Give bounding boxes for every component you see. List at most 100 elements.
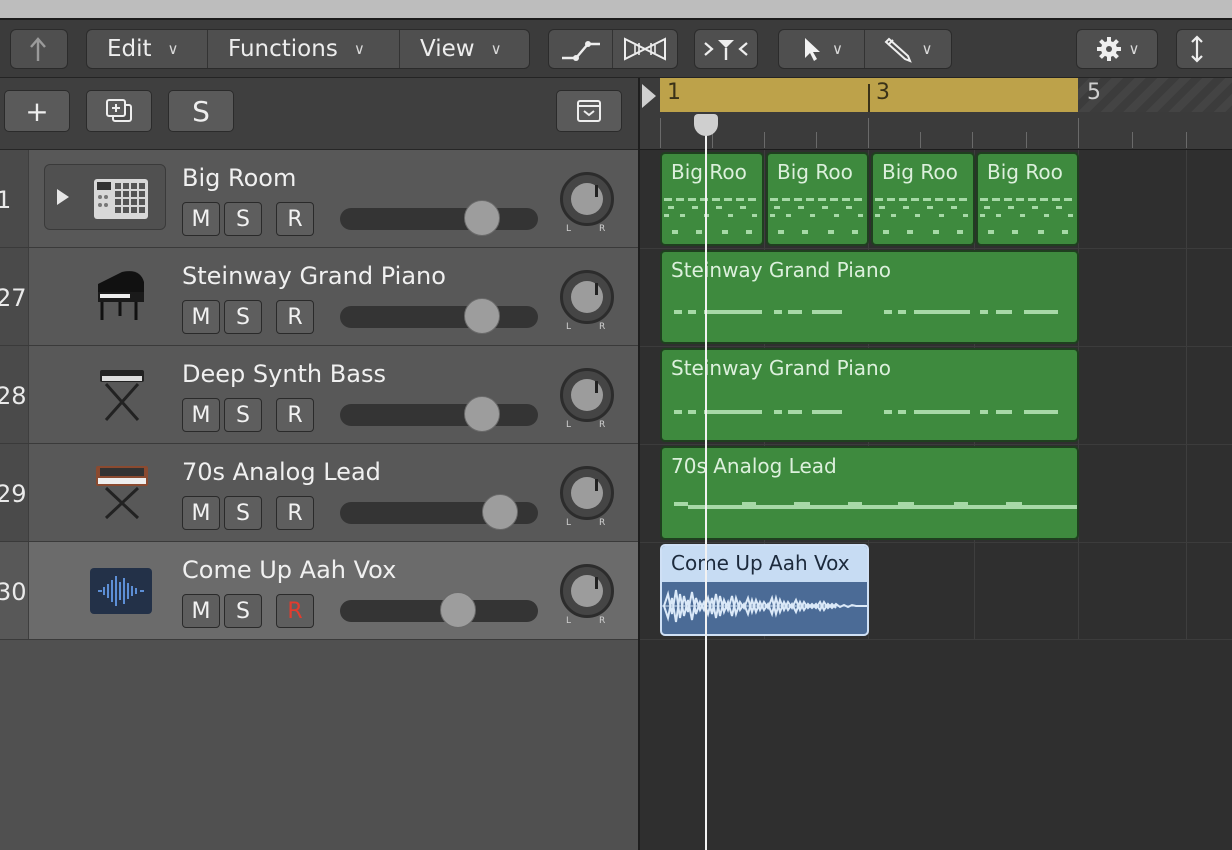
- row-line: [640, 248, 1232, 249]
- ruler-tick: [1078, 118, 1079, 148]
- midi-region[interactable]: Big Roo: [871, 152, 975, 246]
- track-name[interactable]: Deep Synth Bass: [182, 360, 386, 388]
- pan-left-label: L: [566, 224, 572, 234]
- bar-number: 5: [1087, 80, 1101, 105]
- functions-menu[interactable]: Functions ∨: [208, 30, 400, 68]
- solo-button[interactable]: S: [224, 398, 262, 432]
- pan-knob-cap: [571, 575, 603, 607]
- solo-button[interactable]: S: [224, 300, 262, 334]
- playhead-line[interactable]: [705, 120, 707, 850]
- mute-button[interactable]: M: [182, 594, 220, 628]
- collapse-button[interactable]: [556, 90, 622, 132]
- region-title: Big Roo: [882, 160, 958, 184]
- track-number-column: 1: [0, 150, 29, 247]
- track-number-column: 30: [0, 542, 29, 639]
- pan-left-label: L: [566, 518, 572, 528]
- edit-menu[interactable]: Edit ∨: [87, 30, 208, 68]
- toolbar: Edit ∨ Functions ∨ View ∨ ∨ ∨ ∨: [0, 20, 1232, 78]
- volume-fader[interactable]: [340, 306, 538, 328]
- volume-fader[interactable]: [340, 404, 538, 426]
- midi-region[interactable]: Steinway Grand Piano: [660, 348, 1079, 442]
- arrange-area[interactable]: 1 3 5 Big Roo Big Roo Big Roo Big Roo St…: [640, 78, 1232, 850]
- midi-region[interactable]: 70s Analog Lead: [660, 446, 1079, 540]
- pan-knob[interactable]: [560, 368, 614, 422]
- bar-number: 1: [667, 80, 681, 105]
- midi-region[interactable]: Big Roo: [766, 152, 869, 246]
- catch-button[interactable]: [694, 29, 758, 69]
- mute-button[interactable]: M: [182, 202, 220, 236]
- pan-left-label: L: [566, 322, 572, 332]
- mute-button[interactable]: M: [182, 398, 220, 432]
- mute-button[interactable]: M: [182, 496, 220, 530]
- volume-fader[interactable]: [340, 600, 538, 622]
- track-name[interactable]: Big Room: [182, 164, 296, 192]
- ruler-tick: [868, 118, 869, 148]
- drum-machine-icon: [94, 179, 148, 219]
- bar-ruler[interactable]: 1 3 5: [640, 78, 1232, 150]
- volume-fader[interactable]: [340, 208, 538, 230]
- new-track-with-settings-button[interactable]: [86, 90, 152, 132]
- tool-group: ∨ ∨: [778, 29, 952, 69]
- pointer-tool-menu[interactable]: ∨: [779, 30, 865, 68]
- audio-region[interactable]: Come Up Aah Vox: [660, 544, 869, 636]
- catch-playhead-icon: [704, 40, 748, 60]
- record-arm-button[interactable]: R: [276, 202, 314, 236]
- region-title: Big Roo: [777, 160, 853, 184]
- record-arm-button[interactable]: R: [276, 398, 314, 432]
- disclosure-triangle-icon[interactable]: [55, 187, 71, 207]
- volume-fader-knob[interactable]: [440, 592, 476, 628]
- solo-button[interactable]: S: [224, 594, 262, 628]
- volume-fader-knob[interactable]: [464, 200, 500, 236]
- volume-fader-knob[interactable]: [482, 494, 518, 530]
- edit-menu-label: Edit: [107, 36, 152, 62]
- track-stack-box[interactable]: [44, 164, 166, 230]
- functions-menu-label: Functions: [228, 36, 338, 62]
- pan-knob[interactable]: [560, 564, 614, 618]
- chevron-down-icon: ∨: [832, 40, 843, 58]
- record-arm-button[interactable]: R: [276, 594, 314, 628]
- track-name[interactable]: 70s Analog Lead: [182, 458, 381, 486]
- view-menu[interactable]: View ∨: [400, 30, 529, 68]
- track-name[interactable]: Steinway Grand Piano: [182, 262, 446, 290]
- add-track-button[interactable]: +: [4, 90, 70, 132]
- midi-region[interactable]: Big Roo: [660, 152, 764, 246]
- view-menu-label: View: [420, 36, 475, 62]
- midi-notes-pattern: [770, 198, 863, 234]
- track-row[interactable]: 29 70s Analog Lead M S R L R: [0, 444, 638, 542]
- pan-knob[interactable]: [560, 172, 614, 226]
- solo-button[interactable]: S: [224, 202, 262, 236]
- track-row[interactable]: 1 Big Room M S R L R: [0, 150, 638, 248]
- settings-menu[interactable]: ∨: [1076, 29, 1158, 69]
- track-row[interactable]: 27 Steinway Grand Piano M S R L R: [0, 248, 638, 346]
- flex-button[interactable]: [613, 30, 677, 68]
- pencil-tool-menu[interactable]: ∨: [865, 30, 951, 68]
- volume-fader-knob[interactable]: [464, 396, 500, 432]
- pan-knob[interactable]: [560, 270, 614, 324]
- chevron-down-icon: ∨: [167, 40, 179, 58]
- track-row-selected[interactable]: 30 Come Up Aah Vox M S R L R: [0, 542, 638, 640]
- mute-button[interactable]: M: [182, 300, 220, 334]
- track-row[interactable]: 28 Deep Synth Bass M S R L R: [0, 346, 638, 444]
- pan-knob[interactable]: [560, 466, 614, 520]
- vertical-zoom-button[interactable]: [1176, 29, 1232, 69]
- volume-fader-knob[interactable]: [464, 298, 500, 334]
- midi-region[interactable]: Big Roo: [976, 152, 1079, 246]
- solo-button[interactable]: S: [224, 496, 262, 530]
- track-name[interactable]: Come Up Aah Vox: [182, 556, 396, 584]
- audio-waveform: [662, 589, 867, 623]
- pencil-icon: [884, 37, 912, 63]
- global-solo-button[interactable]: S: [168, 90, 234, 132]
- track-number: 29: [0, 480, 27, 508]
- row-line: [640, 639, 1232, 640]
- record-arm-button[interactable]: R: [276, 496, 314, 530]
- flex-time-icon: [624, 37, 666, 61]
- midi-region[interactable]: Steinway Grand Piano: [660, 250, 1079, 344]
- pan-left-label: L: [566, 420, 572, 430]
- track-number-column: 27: [0, 248, 29, 345]
- bar-marker-line: [868, 84, 870, 112]
- pointer-icon: [805, 38, 820, 61]
- region-title: Steinway Grand Piano: [671, 356, 891, 380]
- automation-button[interactable]: [549, 30, 613, 68]
- record-arm-button[interactable]: R: [276, 300, 314, 334]
- back-button[interactable]: [10, 29, 68, 69]
